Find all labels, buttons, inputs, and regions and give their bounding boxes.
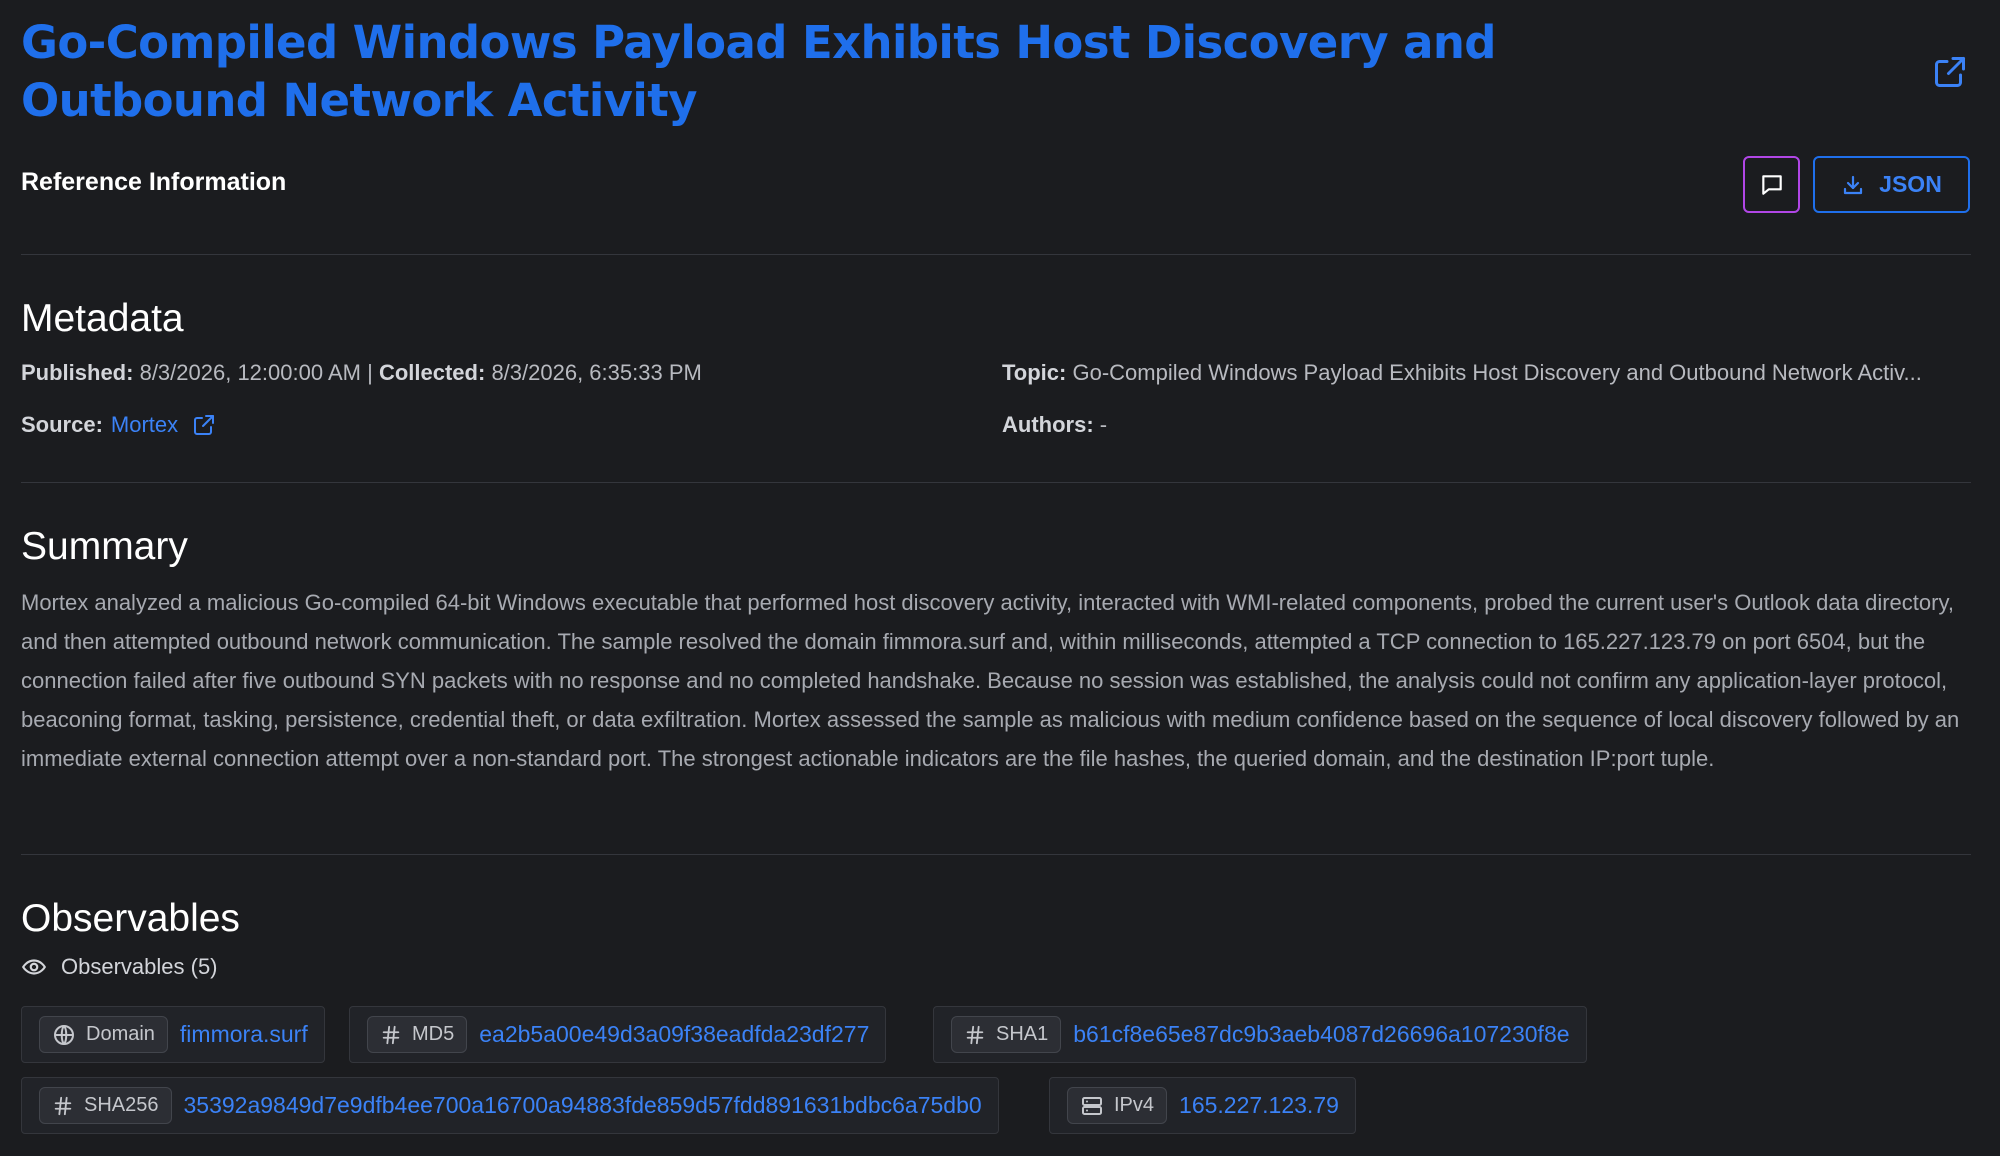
published-collected-row: Published: 8/3/2026, 12:00:00 AM | Colle… (21, 360, 702, 386)
observables-heading: Observables (21, 897, 240, 940)
meta-separator: | (367, 360, 373, 385)
external-link-icon[interactable] (192, 413, 216, 437)
globe-icon (54, 1024, 74, 1045)
observable-value[interactable]: 165.227.123.79 (1179, 1092, 1339, 1119)
download-icon (1844, 175, 1863, 194)
server-icon (1082, 1096, 1102, 1115)
report-title[interactable]: Go-Compiled Windows Payload Exhibits Hos… (21, 14, 1661, 130)
observable-type-label: SHA1 (996, 1023, 1049, 1045)
observable-type-tag: SHA256 (39, 1087, 172, 1124)
observable-type-tag: SHA1 (951, 1016, 1062, 1053)
observable-type-tag: IPv4 (1067, 1087, 1168, 1124)
hash-icon (54, 1096, 72, 1115)
published-value: 8/3/2026, 12:00:00 AM (139, 360, 361, 385)
hash-icon (966, 1025, 984, 1044)
report-page: Go-Compiled Windows Payload Exhibits Hos… (0, 0, 2000, 1156)
observables-count: Observables (5) (21, 954, 218, 980)
collected-label: Collected: (378, 360, 486, 385)
metadata-heading: Metadata (21, 297, 184, 340)
topic-row: Topic: Go-Compiled Windows Payload Exhib… (1002, 360, 1922, 386)
external-link-icon[interactable] (1932, 54, 1968, 90)
authors-label: Authors: (1002, 412, 1094, 437)
observable-value[interactable]: b61cf8e65e87dc9b3aeb4087d26696a107230f8e (1073, 1021, 1569, 1048)
source-label: Source: (21, 412, 103, 437)
source-row: Source: Mortex (21, 412, 216, 438)
published-label: Published: (21, 360, 134, 385)
divider (21, 254, 1971, 255)
observable-value[interactable]: fimmora.surf (180, 1021, 308, 1048)
authors-value: - (1099, 412, 1108, 437)
topic-label: Topic: (1002, 360, 1067, 385)
observable-type-tag: MD5 (367, 1016, 468, 1053)
source-link[interactable]: Mortex (111, 412, 178, 438)
json-button-label: JSON (1879, 171, 1942, 197)
collected-value: 8/3/2026, 6:35:33 PM (491, 360, 702, 385)
summary-heading: Summary (21, 525, 188, 568)
observable-type-label: SHA256 (84, 1094, 159, 1116)
observable-value[interactable]: 35392a9849d7e9dfb4ee700a16700a94883fde85… (184, 1092, 982, 1119)
observable-value[interactable]: ea2b5a00e49d3a09f38eadfda23df277 (479, 1021, 869, 1048)
divider (21, 854, 1971, 855)
observable-chip-md5[interactable]: MD5 ea2b5a00e49d3a09f38eadfda23df277 (349, 1006, 887, 1063)
observable-chip-ipv4[interactable]: IPv4 165.227.123.79 (1049, 1077, 1356, 1134)
observable-type-label: Domain (86, 1023, 155, 1045)
observable-chip-domain[interactable]: Domain fimmora.surf (21, 1006, 325, 1063)
authors-row: Authors: - (1002, 412, 1107, 438)
observables-count-label: Observables (5) (61, 954, 218, 979)
eye-icon (22, 959, 46, 975)
observable-type-tag: Domain (39, 1016, 168, 1053)
summary-text: Mortex analyzed a malicious Go-compiled … (21, 590, 1960, 771)
message-square-icon (1761, 174, 1782, 195)
comment-button[interactable] (1743, 156, 1800, 213)
topic-value: Go-Compiled Windows Payload Exhibits Hos… (1072, 360, 1922, 385)
reference-information-label: Reference Information (21, 168, 287, 196)
divider (21, 482, 1971, 483)
hash-icon (382, 1025, 400, 1044)
json-download-button[interactable]: JSON (1813, 156, 1970, 213)
observable-type-label: MD5 (412, 1023, 455, 1045)
observable-type-label: IPv4 (1114, 1094, 1155, 1116)
observable-chip-sha1[interactable]: SHA1 b61cf8e65e87dc9b3aeb4087d26696a1072… (933, 1006, 1587, 1063)
observable-chip-sha256[interactable]: SHA256 35392a9849d7e9dfb4ee700a16700a948… (21, 1077, 999, 1134)
